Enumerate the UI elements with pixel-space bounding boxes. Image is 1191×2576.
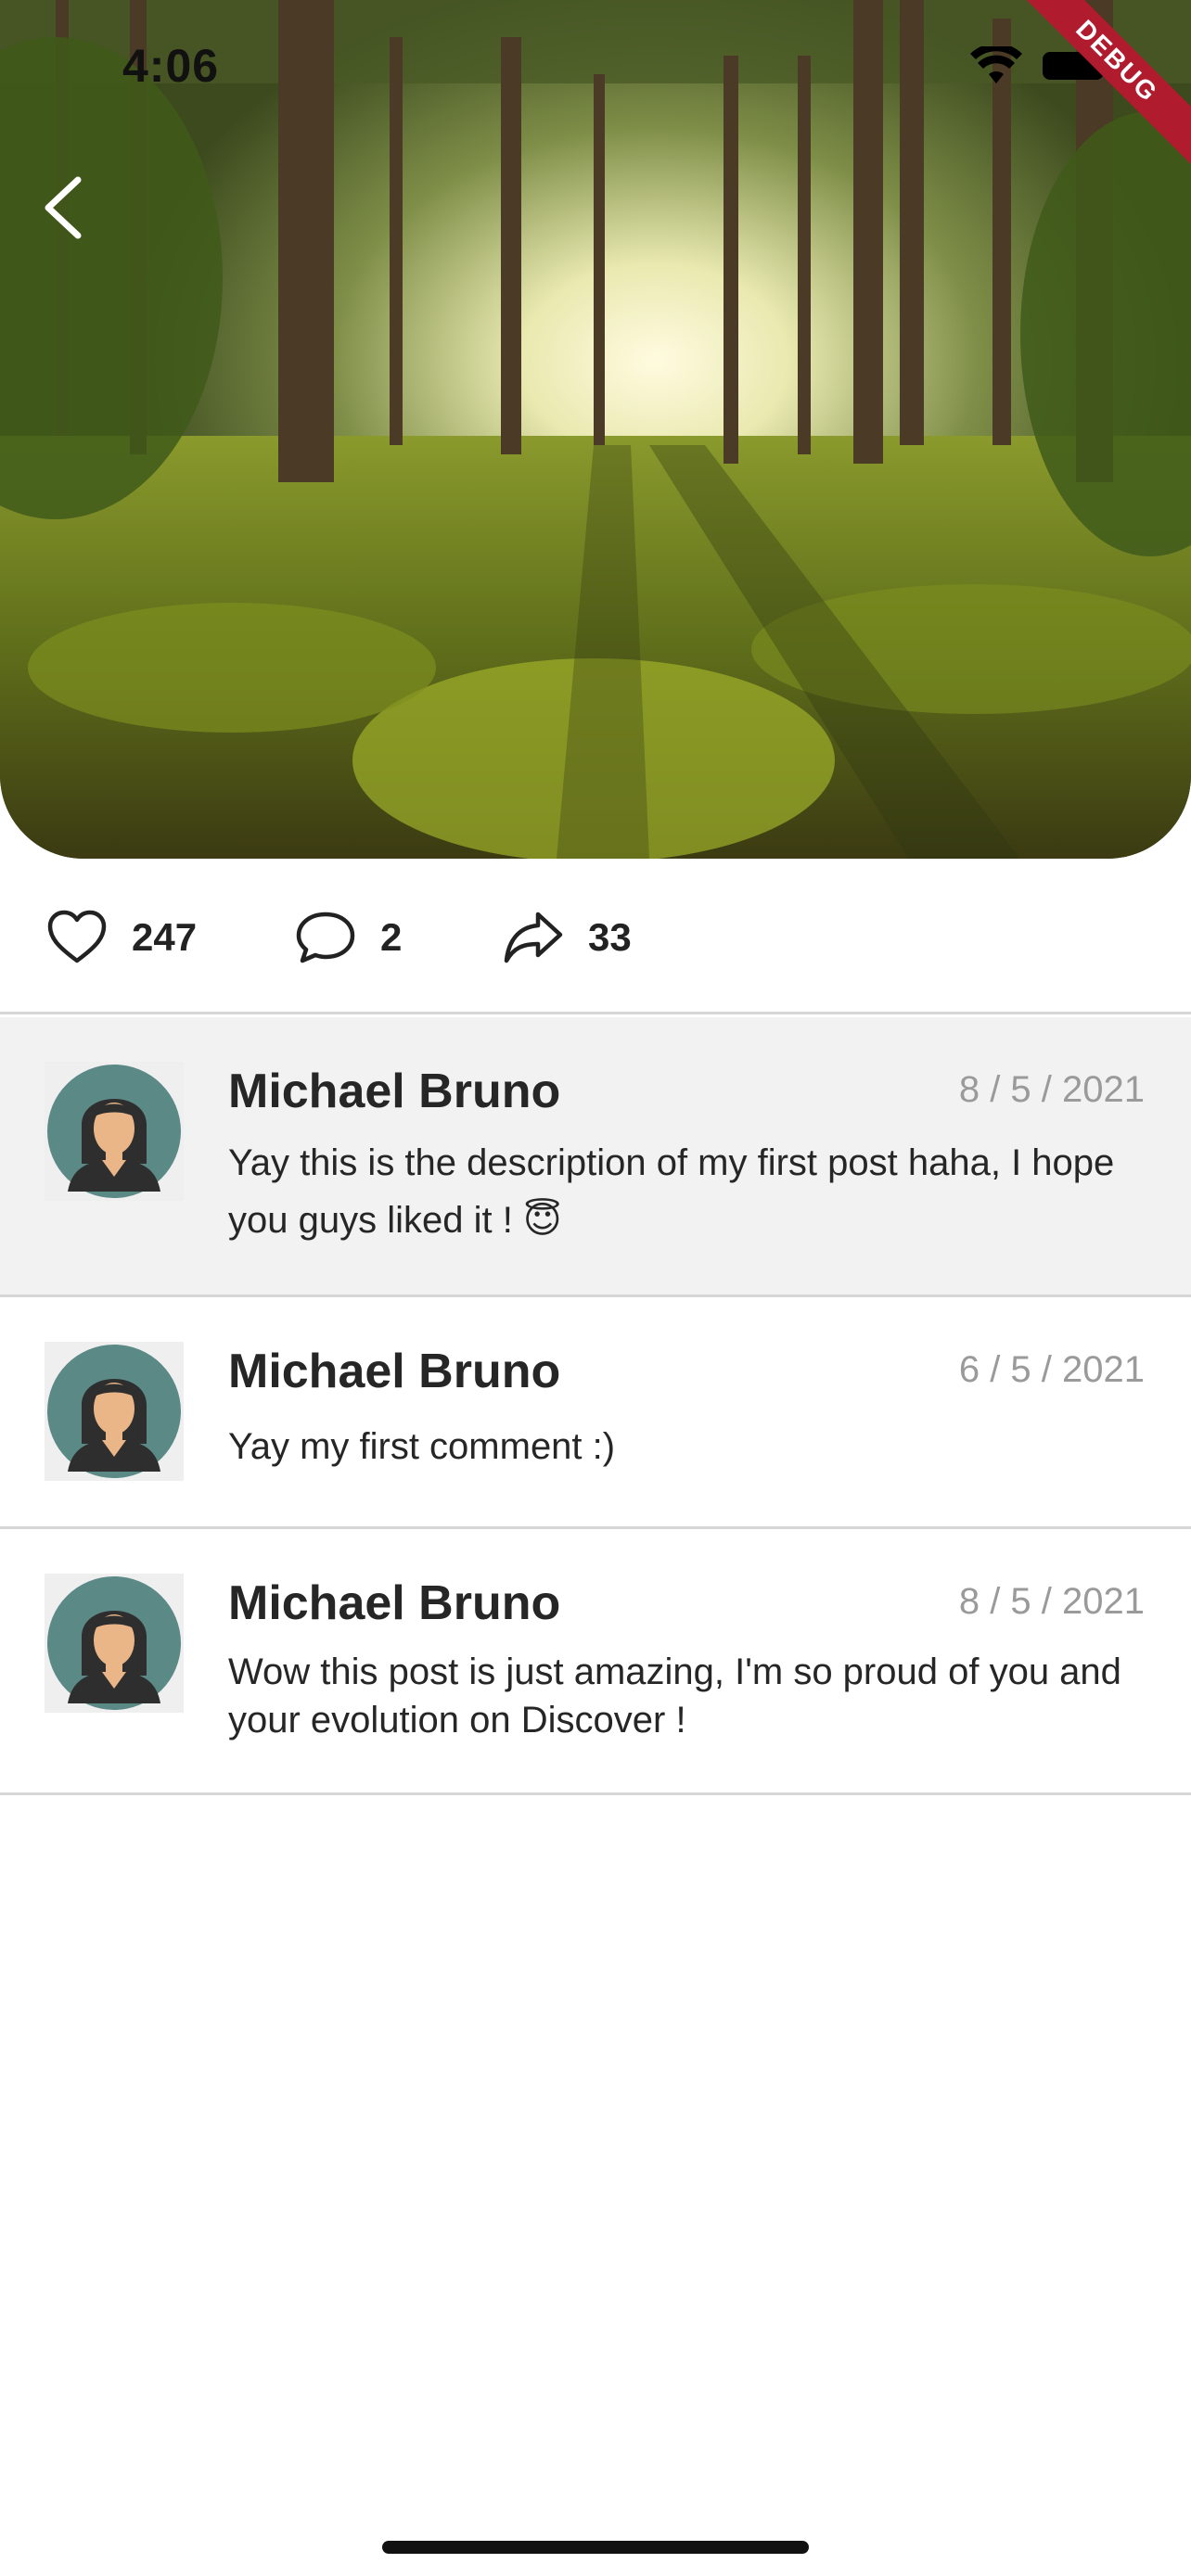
post-image: [0, 0, 1191, 859]
forest-photo: [0, 0, 1191, 859]
comment-author: Michael Bruno: [228, 1576, 561, 1630]
comment-date: 8 / 5 / 2021: [958, 1581, 1145, 1622]
comment-item-1[interactable]: Michael Bruno 6 / 5 / 2021 Yay my first …: [0, 1297, 1191, 1529]
comment-item-2[interactable]: Michael Bruno 8 / 5 / 2021 Wow this post…: [0, 1529, 1191, 1795]
status-time: 4:06: [122, 40, 220, 92]
comment-author: Michael Bruno: [228, 1345, 561, 1398]
like-button[interactable]: 247: [46, 907, 197, 968]
post-detail-screen: 4:06 DEBUG 247 2 33 Michael Bruno 8 / 5 …: [0, 0, 1191, 2576]
avatar: [45, 1342, 184, 1481]
comment-author: Michael Bruno: [228, 1065, 561, 1118]
like-count: 247: [132, 915, 198, 959]
comment-text: Yay my first comment :): [228, 1426, 616, 1467]
post-actions-bar: 247 2 33: [0, 859, 1191, 1014]
comment-date: 6 / 5 / 2021: [958, 1349, 1145, 1390]
home-indicator: [382, 2541, 809, 2554]
comment-date: 8 / 5 / 2021: [958, 1069, 1145, 1110]
user-avatar-icon: [47, 1345, 181, 1478]
share-arrow-icon: [504, 912, 563, 963]
comment-button[interactable]: 2: [295, 907, 402, 968]
back-button[interactable]: [35, 172, 91, 243]
avatar: [45, 1574, 184, 1713]
heart-icon: [47, 910, 107, 963]
wifi-icon: [970, 46, 1022, 83]
comment-text: Wow this post is just amazing, I'm so pr…: [228, 1651, 1121, 1741]
user-avatar-icon: [47, 1576, 181, 1710]
share-count: 33: [588, 915, 632, 959]
comment-bubble-icon: [296, 912, 355, 963]
comment-text: Yay this is the description of my first …: [228, 1142, 1115, 1241]
avatar: [45, 1062, 184, 1201]
user-avatar-icon: [47, 1065, 181, 1198]
comment-item-0[interactable]: Michael Bruno 8 / 5 / 2021 Yay this is t…: [0, 1017, 1191, 1297]
comment-count: 2: [380, 915, 403, 959]
share-button[interactable]: 33: [503, 907, 632, 968]
chevron-left-icon: [45, 176, 82, 239]
